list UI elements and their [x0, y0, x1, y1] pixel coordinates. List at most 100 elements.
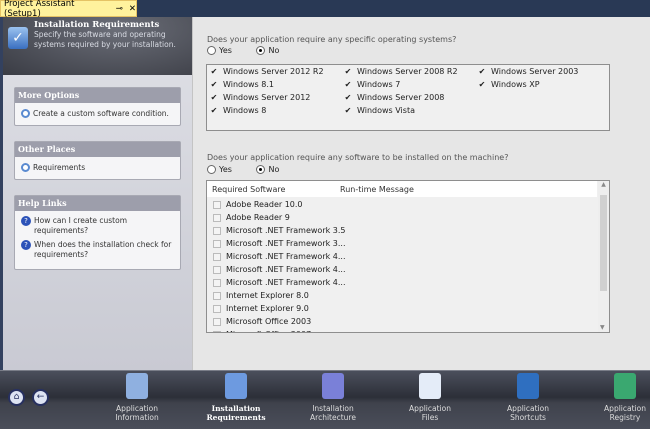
- nav-item-files[interactable]: Application Files: [390, 373, 470, 422]
- requirements-link[interactable]: Requirements: [15, 157, 180, 179]
- software-row[interactable]: Internet Explorer 8.0: [213, 291, 309, 300]
- software-row[interactable]: Adobe Reader 9: [213, 213, 290, 222]
- software-row[interactable]: Microsoft Office 2007: [213, 330, 311, 332]
- other-places-panel: Other Places Requirements: [14, 141, 181, 180]
- checkbox-icon[interactable]: [213, 330, 221, 332]
- checkbox-icon: ✔: [344, 105, 352, 115]
- nav-item-requirements[interactable]: Installation Requirements: [196, 373, 276, 422]
- checkbox-icon: ✔: [344, 66, 352, 76]
- link-label: Create a custom software condition.: [33, 109, 169, 118]
- os-checkbox[interactable]: ✔ Windows Vista: [344, 106, 415, 115]
- software-radio-group: Yes No: [207, 165, 301, 176]
- close-icon[interactable]: ✕: [129, 4, 136, 14]
- nav-item-shortcuts[interactable]: Application Shortcuts: [488, 373, 568, 422]
- software-label: Microsoft .NET Framework 4...: [226, 252, 346, 261]
- software-no-radio[interactable]: No: [256, 165, 279, 174]
- checkbox-icon: ✔: [478, 79, 486, 89]
- os-checkbox[interactable]: ✔ Windows Server 2012 R2: [210, 67, 324, 76]
- requirements-icon: ✓: [8, 27, 28, 49]
- os-label: Windows Vista: [357, 106, 415, 115]
- software-row[interactable]: Microsoft Office 2003: [213, 317, 311, 326]
- help-link[interactable]: ? How can I create custom requirements?: [15, 211, 180, 238]
- os-label: Windows Server 2003: [491, 67, 579, 76]
- checkbox-icon[interactable]: [213, 239, 221, 248]
- nav-label: Installation: [211, 404, 261, 413]
- checkbox-icon: ✔: [344, 79, 352, 89]
- software-row[interactable]: Microsoft .NET Framework 4...: [213, 278, 346, 287]
- software-label: Microsoft .NET Framework 3...: [226, 239, 346, 248]
- nav-label: Installation: [312, 404, 354, 413]
- checkbox-icon: ✔: [210, 79, 218, 89]
- os-checkbox[interactable]: ✔ Windows 7: [344, 79, 401, 89]
- tab-title: Project Assistant (Setup1): [4, 0, 75, 19]
- nav-label: Application: [116, 404, 158, 413]
- software-row[interactable]: Internet Explorer 9.0: [213, 304, 309, 313]
- software-yes-radio[interactable]: Yes: [207, 165, 232, 174]
- software-row[interactable]: Microsoft .NET Framework 3.5: [213, 226, 346, 235]
- document-tab[interactable]: Project Assistant (Setup1) ⊸ ✕: [0, 0, 137, 19]
- pin-icon[interactable]: ⊸: [116, 4, 123, 14]
- os-yes-radio[interactable]: Yes: [207, 46, 232, 55]
- software-row[interactable]: Adobe Reader 10.0: [213, 200, 303, 209]
- os-checkbox[interactable]: ✔ Windows Server 2008: [344, 92, 445, 102]
- os-no-radio[interactable]: No: [256, 46, 279, 55]
- software-row[interactable]: Microsoft .NET Framework 4...: [213, 265, 346, 274]
- column-header-runtime-message[interactable]: Run-time Message: [340, 185, 414, 194]
- files-icon: [419, 373, 441, 399]
- list-header: Required Software Run-time Message: [207, 181, 597, 197]
- checkbox-icon: ✔: [210, 66, 218, 76]
- checkbox-icon[interactable]: [213, 304, 221, 313]
- home-button[interactable]: ⌂: [8, 389, 25, 406]
- software-label: Internet Explorer 9.0: [226, 304, 309, 313]
- scroll-up-arrow[interactable]: ▲: [598, 181, 609, 188]
- os-checkbox[interactable]: ✔ Windows XP: [478, 80, 540, 89]
- os-checkbox[interactable]: ✔ Windows 8.1: [210, 80, 274, 89]
- checkbox-icon: ✔: [344, 92, 352, 102]
- os-checkbox[interactable]: ✔ Windows 8: [210, 106, 267, 115]
- os-checkbox[interactable]: ✔ Windows Server 2008 R2: [344, 67, 458, 76]
- checkbox-icon[interactable]: [213, 317, 221, 326]
- checkbox-icon[interactable]: [213, 226, 221, 235]
- more-options-panel: More Options Create a custom software co…: [14, 87, 181, 126]
- scrollbar-thumb[interactable]: [600, 195, 607, 291]
- os-checkbox[interactable]: ✔ Windows Server 2003: [478, 67, 579, 76]
- os-label: Windows Server 2008: [357, 93, 445, 102]
- nav-item-registry[interactable]: Application Registry: [585, 373, 650, 422]
- checkbox-icon[interactable]: [213, 265, 221, 274]
- column-header-required-software[interactable]: Required Software: [207, 185, 340, 194]
- software-row[interactable]: Microsoft .NET Framework 3...: [213, 239, 346, 248]
- nav-label: Application: [507, 404, 549, 413]
- panel-title: Other Places: [15, 142, 180, 157]
- vertical-scrollbar[interactable]: ▲ ▼: [598, 181, 609, 332]
- information-icon: [126, 373, 148, 399]
- help-icon: ?: [21, 240, 31, 250]
- os-label: Windows Server 2012 R2: [223, 67, 324, 76]
- shortcuts-icon: [517, 373, 539, 399]
- page-title: Installation Requirements: [34, 20, 160, 30]
- checkbox-icon[interactable]: [213, 200, 221, 209]
- help-icon: ?: [21, 216, 31, 226]
- scroll-down-arrow[interactable]: ▼: [600, 324, 605, 331]
- nav-label: Requirements: [206, 413, 266, 422]
- help-links-panel: Help Links ? How can I create custom requ…: [14, 195, 181, 270]
- link-label: When does the installation check for req…: [34, 240, 172, 259]
- page-description: Specify the software and operating syste…: [34, 30, 176, 49]
- checkbox-icon[interactable]: [213, 278, 221, 287]
- back-button[interactable]: ←: [32, 389, 49, 406]
- nav-item-architecture[interactable]: Installation Architecture: [293, 373, 373, 422]
- help-link[interactable]: ? When does the installation check for re…: [15, 238, 180, 262]
- checkbox-icon[interactable]: [213, 291, 221, 300]
- software-question: Does your application require any softwa…: [207, 153, 509, 162]
- checkbox-icon[interactable]: [213, 252, 221, 261]
- nav-item-information[interactable]: Application Information: [97, 373, 177, 422]
- checkbox-icon[interactable]: [213, 213, 221, 222]
- registry-icon: [614, 373, 636, 399]
- custom-condition-link[interactable]: Create a custom software condition.: [15, 103, 180, 125]
- software-label: Microsoft .NET Framework 4...: [226, 278, 346, 287]
- software-label: Microsoft Office 2007: [226, 330, 311, 332]
- software-label: Adobe Reader 9: [226, 213, 290, 222]
- os-label: Windows 7: [357, 80, 401, 89]
- link-label: Requirements: [33, 163, 86, 172]
- software-row[interactable]: Microsoft .NET Framework 4...: [213, 252, 346, 261]
- os-checkbox[interactable]: ✔ Windows Server 2012: [210, 93, 311, 102]
